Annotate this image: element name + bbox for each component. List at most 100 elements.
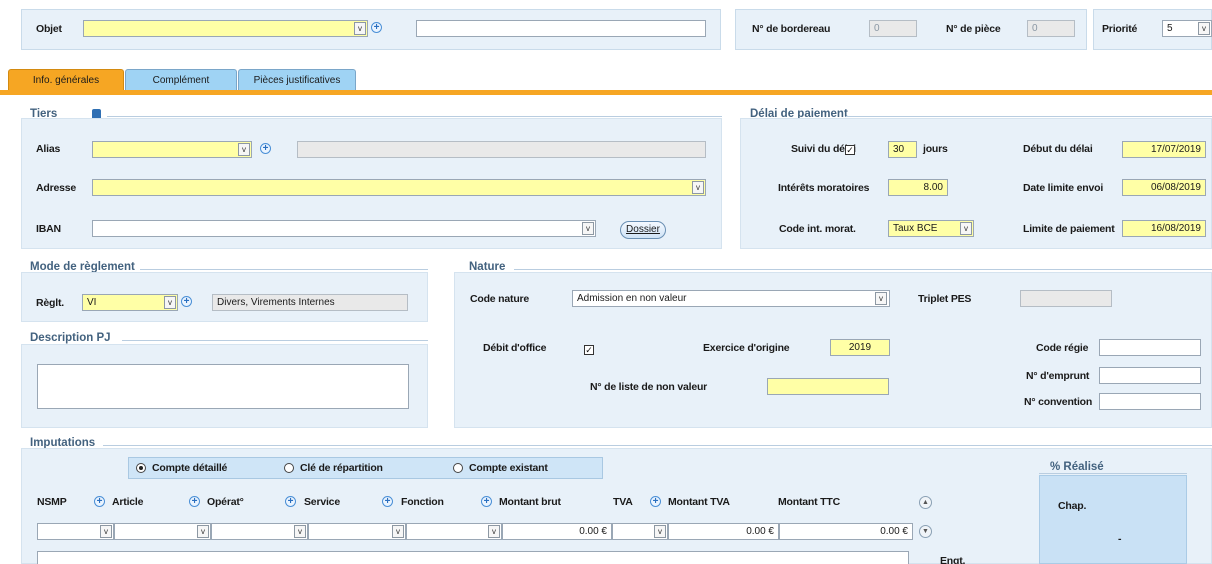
reglt-label: Règlt. xyxy=(36,297,64,309)
code-int-label: Code int. morat. xyxy=(779,223,856,235)
montant-tva-field[interactable]: 0.00 € xyxy=(668,523,779,540)
montant-tva-add-icon[interactable]: + xyxy=(650,496,661,507)
operation-add-icon[interactable]: + xyxy=(189,496,200,507)
iban-dropdown-arrow[interactable]: v xyxy=(582,222,594,235)
radio-compte-existant-label: Compte existant xyxy=(469,462,548,474)
jours-field[interactable]: 30 xyxy=(888,141,917,158)
delai-section-line xyxy=(846,116,1212,117)
col-nsmp-header: NSMP xyxy=(37,496,67,508)
col-montant-brut-header: Montant brut xyxy=(499,496,561,508)
code-regie-field[interactable] xyxy=(1099,339,1201,356)
piece-field: 0 xyxy=(1027,20,1075,37)
convention-label: N° convention xyxy=(1024,396,1093,408)
reglt-dropdown-arrow[interactable]: v xyxy=(164,296,176,309)
montant-brut-field[interactable]: 0.00 € xyxy=(502,523,612,540)
alias-description-field xyxy=(297,141,706,158)
objet-add-icon[interactable]: + xyxy=(371,22,382,33)
dossier-button[interactable]: Dossier xyxy=(620,221,666,239)
adresse-select[interactable] xyxy=(92,179,706,196)
objet-select[interactable] xyxy=(83,20,368,37)
code-int-dropdown-arrow[interactable]: v xyxy=(960,222,972,235)
col-service-header: Service xyxy=(304,496,340,508)
row-down-icon[interactable]: ▼ xyxy=(919,525,932,538)
bordereau-label: N° de bordereau xyxy=(752,23,831,35)
iban-select[interactable] xyxy=(92,220,596,237)
fonction-add-icon[interactable]: + xyxy=(382,496,393,507)
triplet-pes-field xyxy=(1020,290,1112,307)
jours-unit-label: jours xyxy=(923,143,948,155)
col-tva-header: TVA xyxy=(613,496,633,508)
interets-label: Intérêts moratoires xyxy=(778,182,870,194)
convention-field[interactable] xyxy=(1099,393,1201,410)
realise-title: % Réalisé xyxy=(1050,461,1104,473)
adresse-label: Adresse xyxy=(36,182,77,194)
radio-cle-repartition[interactable] xyxy=(284,463,294,473)
date-limite-field[interactable]: 06/08/2019 xyxy=(1122,179,1206,196)
col-montant-ttc-header: Montant TTC xyxy=(778,496,840,508)
imputations-section-line xyxy=(103,445,1212,446)
code-nature-select[interactable]: Admission en non valeur xyxy=(572,290,890,307)
priorite-dropdown-arrow[interactable]: v xyxy=(1198,22,1210,35)
radio-compte-detaille[interactable] xyxy=(136,463,146,473)
exercice-origine-label: Exercice d'origine xyxy=(703,342,790,354)
objet-text-field[interactable] xyxy=(416,20,706,37)
chap-label: Chap. xyxy=(1058,500,1087,512)
mode-reglement-section-line xyxy=(140,269,428,270)
interets-field[interactable]: 8.00 xyxy=(888,179,948,196)
col-montant-tva-header: Montant TVA xyxy=(668,496,730,508)
limite-paiement-label: Limite de paiement xyxy=(1023,223,1115,235)
alias-select[interactable] xyxy=(92,141,252,158)
row-up-icon[interactable]: ▲ xyxy=(919,496,932,509)
adresse-dropdown-arrow[interactable]: v xyxy=(692,181,704,194)
montant-brut-add-icon[interactable]: + xyxy=(481,496,492,507)
piece-label: N° de pièce xyxy=(946,23,1001,35)
description-pj-textarea[interactable] xyxy=(37,364,409,409)
description-pj-section-line xyxy=(122,340,428,341)
date-limite-label: Date limite envoi xyxy=(1023,182,1104,194)
reglt-description-field: Divers, Virements Internes xyxy=(212,294,408,311)
priorite-label: Priorité xyxy=(1102,23,1138,35)
debut-delai-label: Début du délai xyxy=(1023,143,1093,155)
tab-complement[interactable]: Complément xyxy=(125,69,237,91)
operation-dropdown-arrow[interactable]: v xyxy=(294,525,306,538)
emprunt-field[interactable] xyxy=(1099,367,1201,384)
exercice-origine-field[interactable]: 2019 xyxy=(830,339,890,356)
realise-line xyxy=(1039,473,1187,474)
objet-label: Objet xyxy=(36,23,62,35)
tab-pieces-justificatives[interactable]: Pièces justificatives xyxy=(238,69,356,91)
article-dropdown-arrow[interactable]: v xyxy=(197,525,209,538)
article-add-icon[interactable]: + xyxy=(94,496,105,507)
emprunt-label: N° d'emprunt xyxy=(1026,370,1090,382)
limite-paiement-field[interactable]: 16/08/2019 xyxy=(1122,220,1206,237)
nsmp-dropdown-arrow[interactable]: v xyxy=(100,525,112,538)
debit-office-checkbox[interactable]: ✓ xyxy=(584,345,594,355)
tab-accent-bar xyxy=(0,90,1212,95)
col-article-header: Article xyxy=(112,496,144,508)
service-dropdown-arrow[interactable]: v xyxy=(392,525,404,538)
tva-dropdown-arrow[interactable]: v xyxy=(654,525,666,538)
code-regie-label: Code régie xyxy=(1036,342,1089,354)
alias-label: Alias xyxy=(36,143,61,155)
description-pj-section-title: Description PJ xyxy=(30,332,111,344)
nature-section-line xyxy=(514,269,1212,270)
code-nature-dropdown-arrow[interactable]: v xyxy=(875,292,887,305)
alias-dropdown-arrow[interactable]: v xyxy=(238,143,250,156)
col-operation-header: Opérat° xyxy=(207,496,244,508)
debut-delai-field[interactable]: 17/07/2019 xyxy=(1122,141,1206,158)
reglt-add-icon[interactable]: + xyxy=(181,296,192,307)
service-add-icon[interactable]: + xyxy=(285,496,296,507)
debit-office-label: Débit d'office xyxy=(483,342,547,354)
objet-dropdown-arrow[interactable]: v xyxy=(354,22,366,35)
alias-add-icon[interactable]: + xyxy=(260,143,271,154)
realise-panel xyxy=(1039,475,1187,564)
liste-non-valeur-field[interactable] xyxy=(767,378,889,395)
tab-info-generales[interactable]: Info. générales xyxy=(8,69,124,91)
radio-compte-existant[interactable] xyxy=(453,463,463,473)
fonction-dropdown-arrow[interactable]: v xyxy=(488,525,500,538)
liste-non-valeur-label: N° de liste de non valeur xyxy=(590,381,708,393)
iban-label: IBAN xyxy=(36,223,61,235)
bordereau-field: 0 xyxy=(869,20,917,37)
code-nature-label: Code nature xyxy=(470,293,530,305)
suivi-delai-checkbox[interactable]: ✓ xyxy=(845,145,855,155)
imputation-detail-field[interactable] xyxy=(37,551,909,564)
